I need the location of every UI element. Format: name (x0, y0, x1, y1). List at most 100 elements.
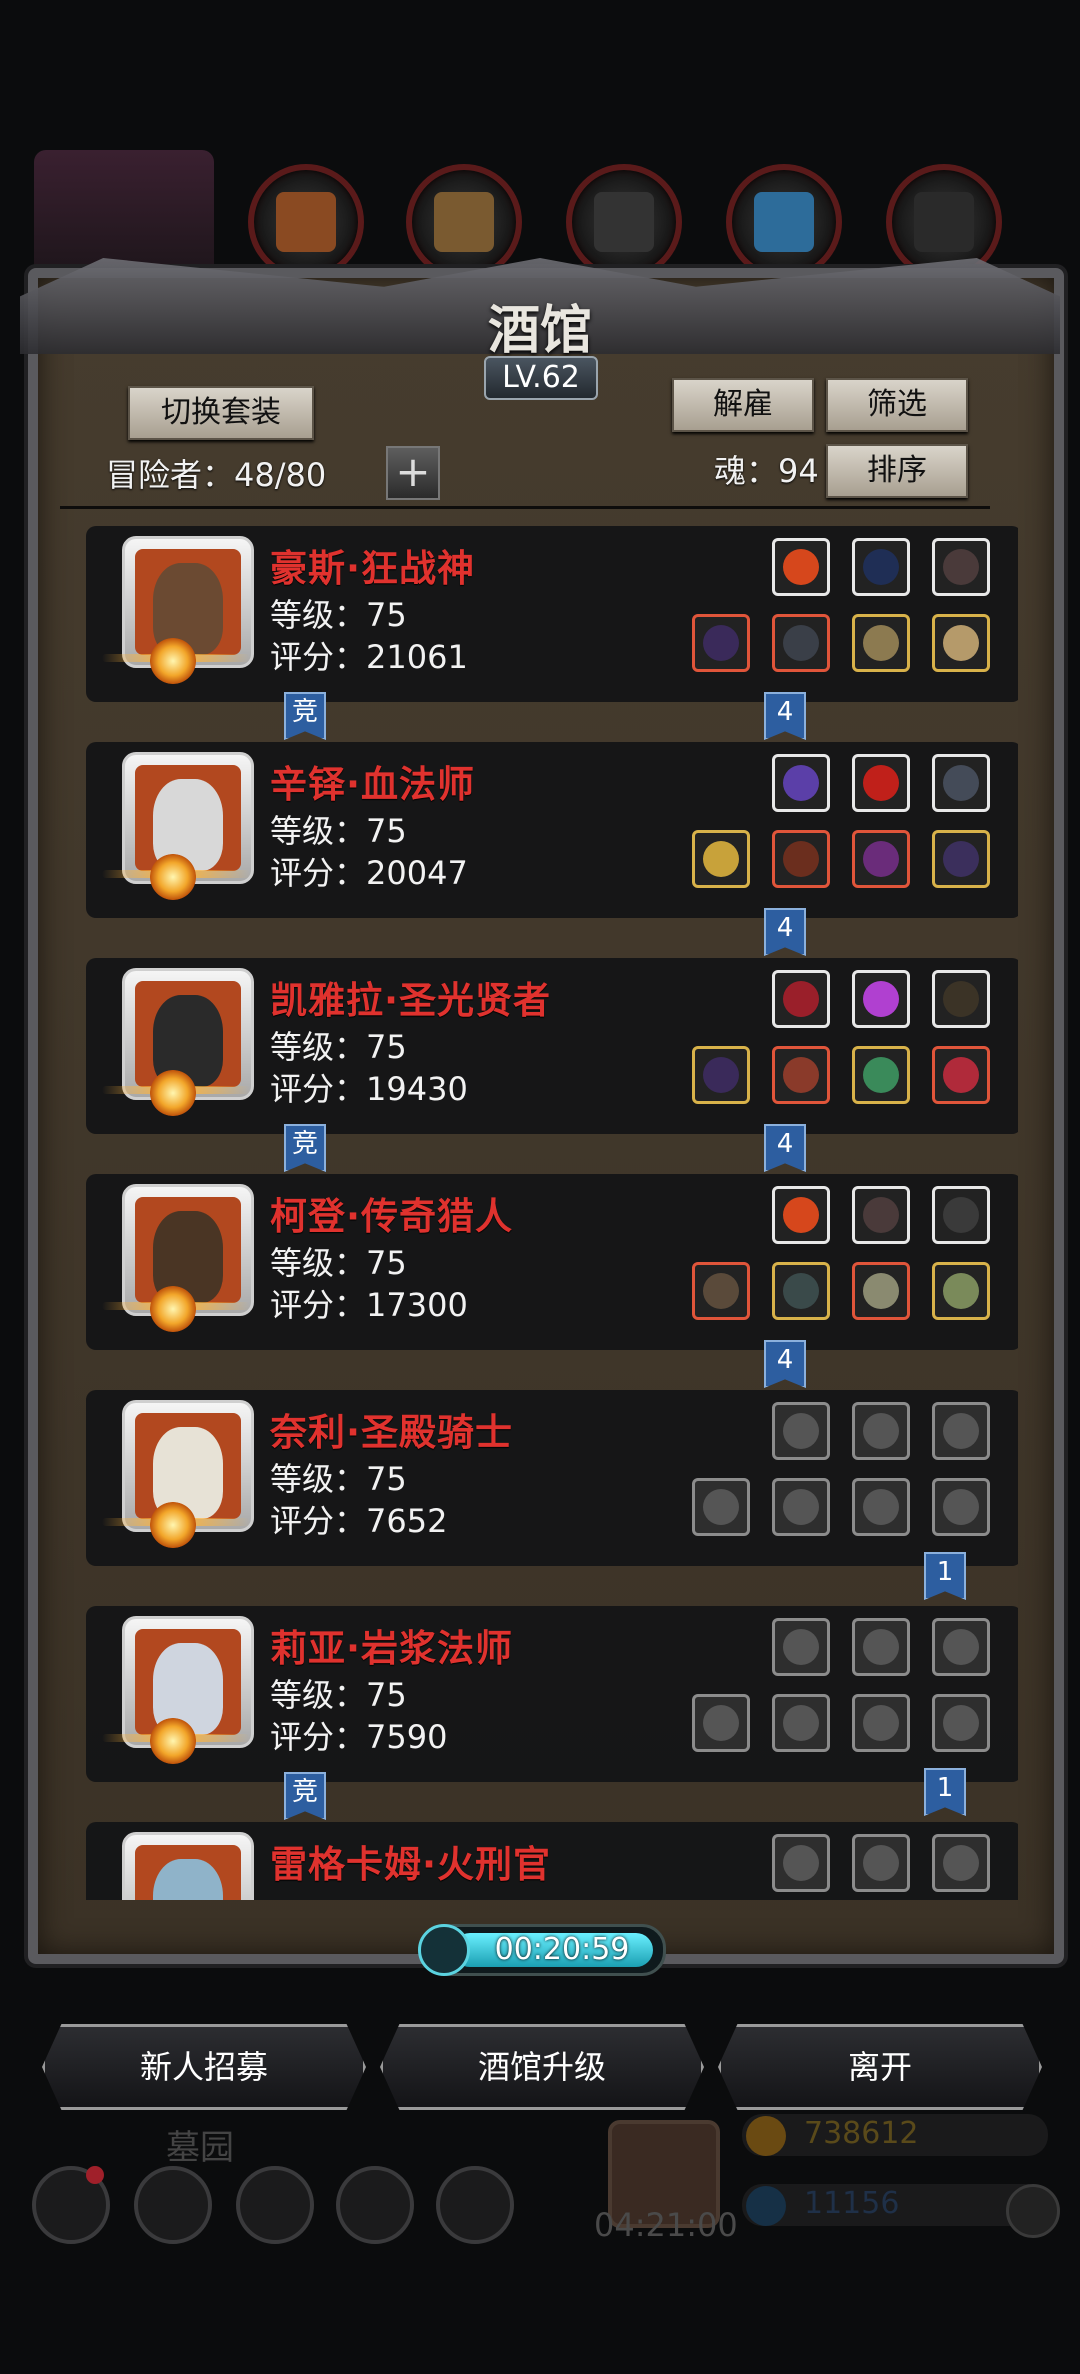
empty-equipment-slot[interactable] (852, 1694, 910, 1752)
empty-accessory-slot[interactable] (772, 1834, 830, 1892)
empty-accessory-slot[interactable] (932, 1618, 990, 1676)
equipment-slot[interactable] (772, 1262, 830, 1320)
equipment-icon (863, 625, 899, 661)
empty-equipment-slot[interactable] (772, 1478, 830, 1536)
equipment-icon (703, 1273, 739, 1309)
empty-equipment-slot[interactable] (772, 1694, 830, 1752)
equipment-icon (783, 1197, 819, 1233)
equipment-slot[interactable] (692, 830, 750, 888)
equipment-slot[interactable] (852, 830, 910, 888)
equipment-slot[interactable] (932, 830, 990, 888)
accessory-slot[interactable] (772, 1186, 830, 1244)
equipment-icon (863, 841, 899, 877)
accessory-slot[interactable] (932, 538, 990, 596)
clock-icon (418, 1924, 470, 1976)
accessory-slot[interactable] (772, 538, 830, 596)
empty-accessory-slot[interactable] (772, 1618, 830, 1676)
hero-list[interactable]: 豪斯·狂战神 等级：75 评分：21061 竞 4 辛铎·血法师 等级：75 评分：… (58, 520, 1018, 1900)
portrait-frame (135, 1629, 241, 1735)
leave-button[interactable]: 离开 (718, 2024, 1042, 2110)
filter-button[interactable]: 筛选 (826, 378, 968, 432)
hero-row[interactable]: 柯登·传奇猎人 等级：75 评分：17300 (86, 1174, 1018, 1350)
hero-level: 等级：75 (270, 1028, 407, 1066)
equipment-icon (863, 1273, 899, 1309)
equipment-slot[interactable] (692, 1262, 750, 1320)
hero-row[interactable]: 辛铎·血法师 等级：75 评分：20047 (86, 742, 1018, 918)
equipment-icon (783, 625, 819, 661)
equipment-icon (783, 549, 819, 585)
recruit-button[interactable]: 新人招募 (42, 2024, 366, 2110)
accessory-slot[interactable] (932, 1186, 990, 1244)
empty-accessory-slot[interactable] (932, 1402, 990, 1460)
accessory-slot[interactable] (932, 970, 990, 1028)
empty-accessory-slot[interactable] (852, 1834, 910, 1892)
equipment-icon (863, 1705, 899, 1741)
gallery-icon (236, 2166, 314, 2244)
empty-equipment-slot[interactable] (692, 1478, 750, 1536)
empty-equipment-slot[interactable] (932, 1478, 990, 1536)
equipment-slot[interactable] (852, 614, 910, 672)
switch-outfit-button[interactable]: 切换套装 (128, 386, 314, 440)
sort-button[interactable]: 排序 (826, 444, 968, 498)
star-count-tag: 1 (924, 1768, 966, 1816)
accessory-slot[interactable] (932, 754, 990, 812)
accessory-slot[interactable] (852, 754, 910, 812)
hero-row[interactable]: 豪斯·狂战神 等级：75 评分：21061 (86, 526, 1018, 702)
equipment-slot[interactable] (772, 830, 830, 888)
equipment-icon (943, 841, 979, 877)
hero-name: 柯登·传奇猎人 (270, 1195, 514, 1238)
star-count-tag: 1 (924, 1552, 966, 1600)
hero-portrait[interactable] (122, 1832, 254, 1900)
equipment-slot[interactable] (932, 614, 990, 672)
upgrade-tavern-button[interactable]: 酒馆升级 (380, 2024, 704, 2110)
empty-equipment-slot[interactable] (692, 1694, 750, 1752)
equipment-icon (783, 1705, 819, 1741)
star-count-tag: 4 (764, 692, 806, 740)
accessory-slot[interactable] (852, 970, 910, 1028)
equipment-slot[interactable] (932, 1262, 990, 1320)
equipment-slot[interactable] (852, 1262, 910, 1320)
equipment-icon (783, 1057, 819, 1093)
dismiss-button[interactable]: 解雇 (672, 378, 814, 432)
empty-equipment-slot[interactable] (852, 1478, 910, 1536)
hero-row[interactable]: 奈利·圣殿骑士 等级：75 评分：7652 (86, 1390, 1018, 1566)
hero-name: 豪斯·狂战神 (270, 547, 476, 590)
hero-row[interactable]: 凯雅拉·圣光贤者 等级：75 评分：19430 (86, 958, 1018, 1134)
equipment-slot[interactable] (932, 1046, 990, 1104)
empty-accessory-slot[interactable] (932, 1834, 990, 1892)
equipment-icon (943, 1413, 979, 1449)
accessory-slot[interactable] (852, 538, 910, 596)
hero-level: 等级：75 (270, 812, 407, 850)
hero-row[interactable]: 雷格卡姆·火刑官 (86, 1822, 1018, 1900)
empty-equipment-slot[interactable] (932, 1694, 990, 1752)
equipment-icon (943, 1845, 979, 1881)
equipment-slot[interactable] (692, 614, 750, 672)
equipment-slot[interactable] (772, 1046, 830, 1104)
accessory-slot[interactable] (772, 970, 830, 1028)
accessory-slot[interactable] (772, 754, 830, 812)
soul-count: 魂：94 (714, 452, 819, 490)
portrait-frame (135, 549, 241, 655)
equipment-slot[interactable] (852, 1046, 910, 1104)
gem-resource: 11156 (742, 2184, 1048, 2226)
equipment-slot[interactable] (692, 1046, 750, 1104)
add-slot-button[interactable]: + (386, 446, 440, 500)
portrait-frame (135, 765, 241, 871)
equipment-icon (943, 1057, 979, 1093)
equipment-icon (703, 625, 739, 661)
equipment-icon (863, 1845, 899, 1881)
hero-row[interactable]: 莉亚·岩浆法师 等级：75 评分：7590 (86, 1606, 1018, 1782)
star-rank-icon (150, 1070, 196, 1116)
arena-tag: 竞 (284, 1772, 326, 1820)
empty-accessory-slot[interactable] (852, 1402, 910, 1460)
hero-score: 评分：19430 (270, 1070, 468, 1108)
hero-name: 奈利·圣殿骑士 (270, 1411, 514, 1454)
equipment-icon (783, 981, 819, 1017)
equipment-icon (863, 1629, 899, 1665)
arena-tag: 竞 (284, 1124, 326, 1172)
equipment-slot[interactable] (772, 614, 830, 672)
accessory-slot[interactable] (852, 1186, 910, 1244)
empty-accessory-slot[interactable] (772, 1402, 830, 1460)
gold-icon (746, 2116, 786, 2156)
empty-accessory-slot[interactable] (852, 1618, 910, 1676)
